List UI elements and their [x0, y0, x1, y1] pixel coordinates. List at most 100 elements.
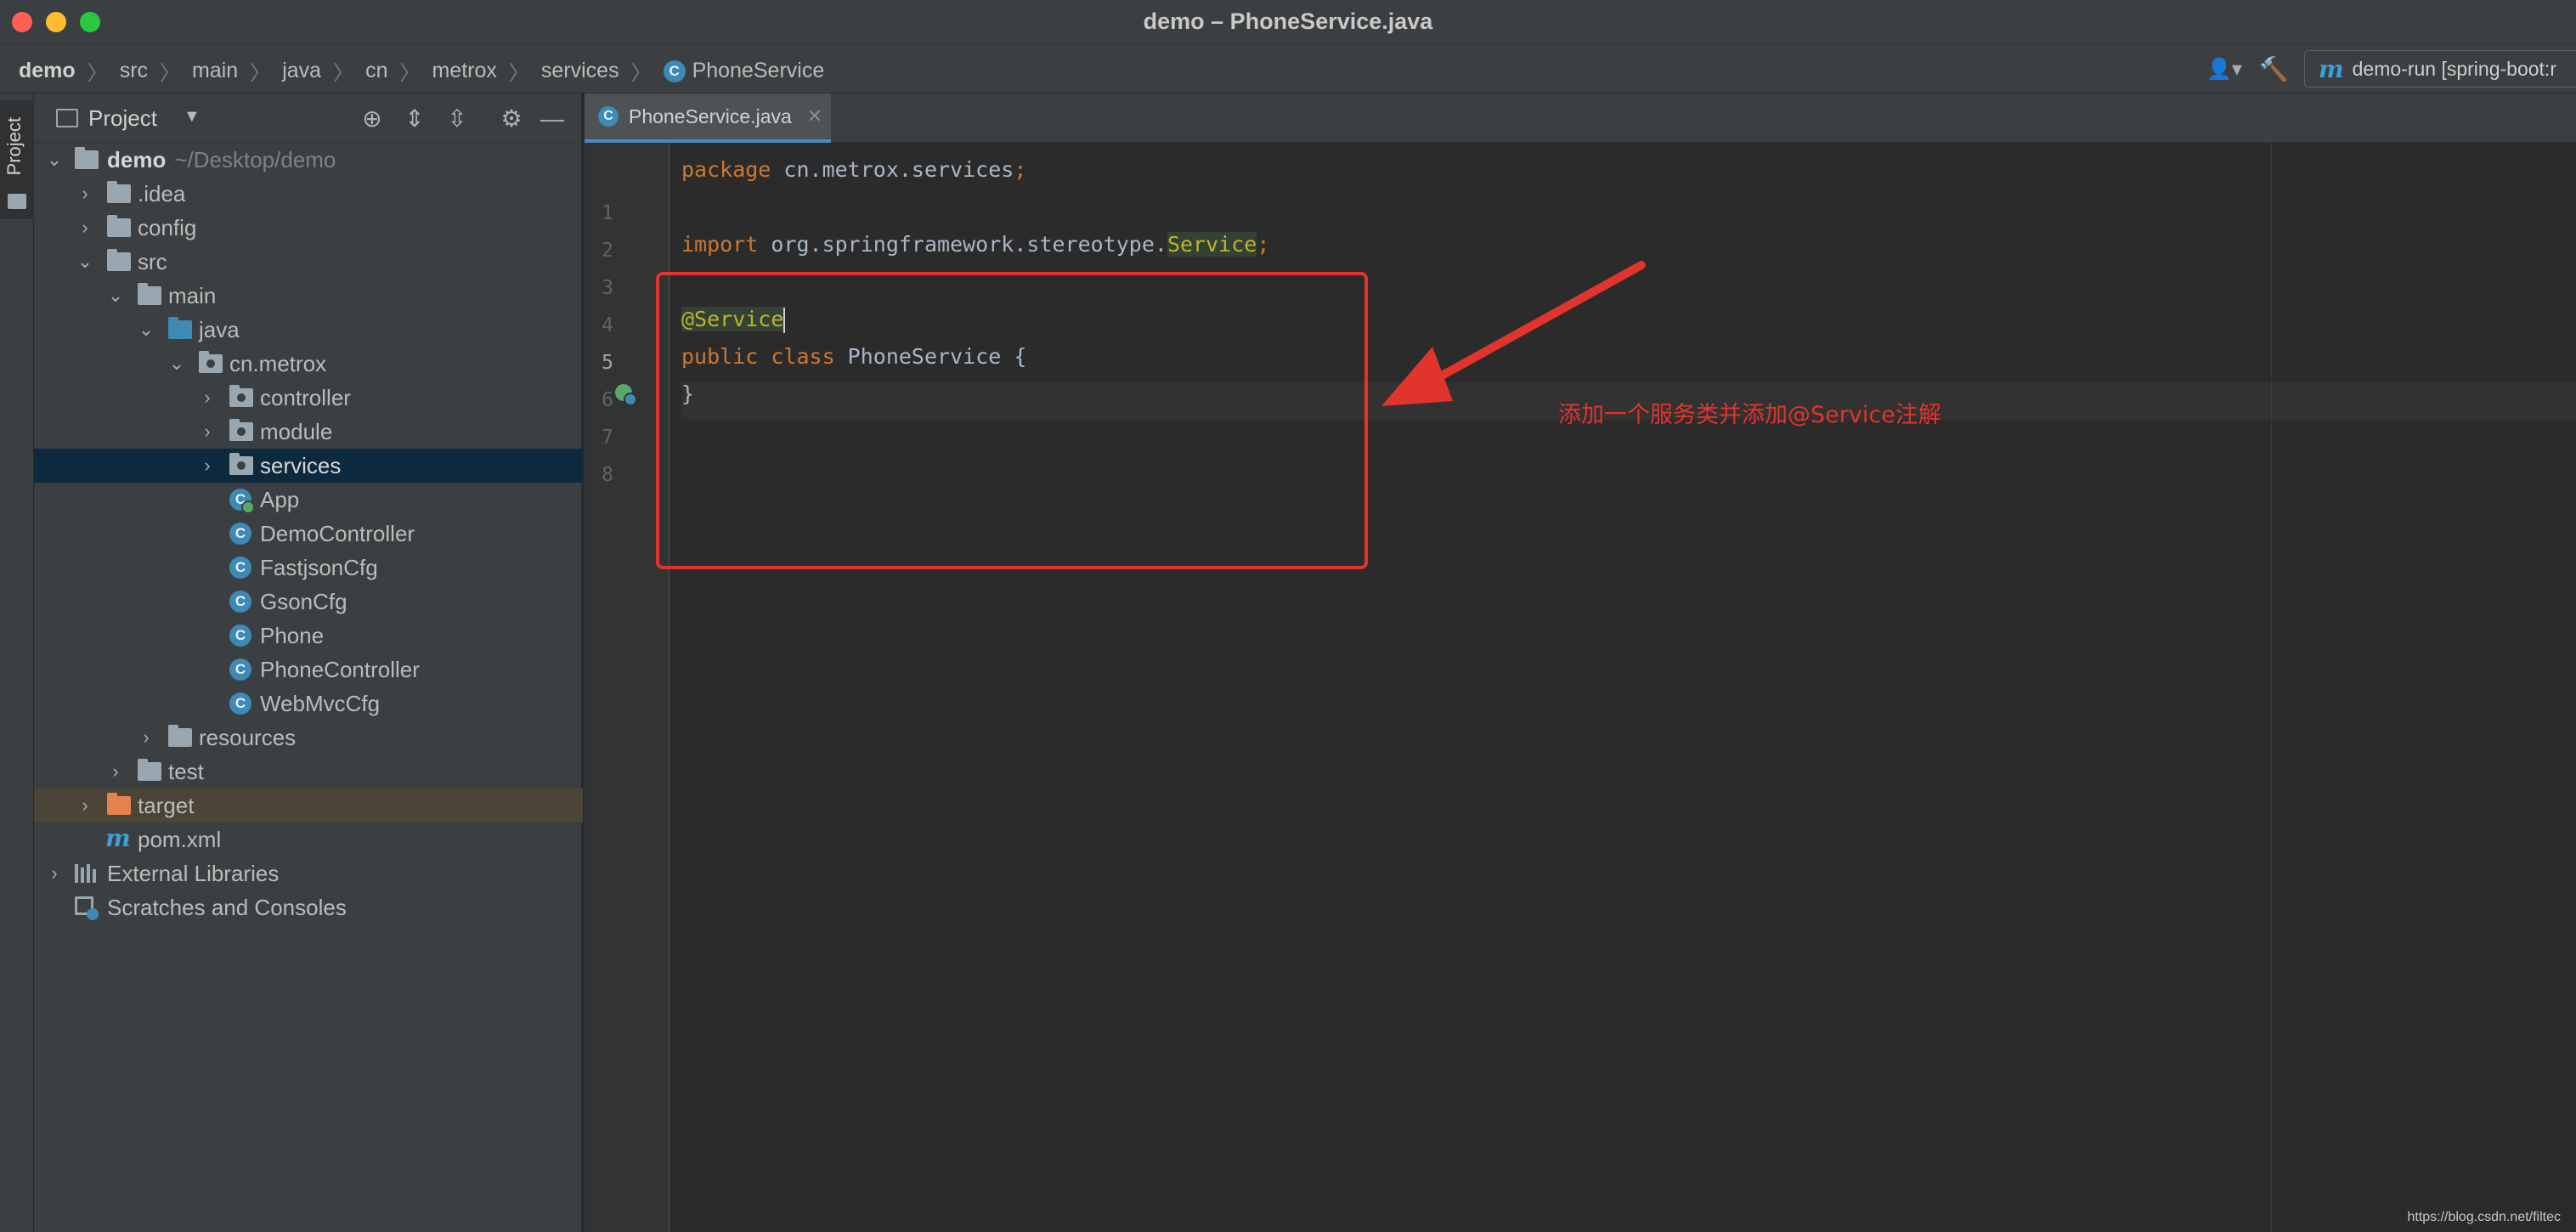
- chevron-down-icon[interactable]: ⌄: [138, 320, 155, 339]
- breadcrumb-item[interactable]: demo: [19, 59, 76, 83]
- tree-item-services[interactable]: › services: [34, 449, 583, 483]
- chevron-down-icon[interactable]: ▼: [184, 107, 201, 127]
- watermark: https://blog.csdn.net/filtec: [2407, 1210, 2561, 1224]
- tree-item-test[interactable]: › test: [34, 754, 583, 788]
- tree-item-label: target: [138, 792, 195, 818]
- project-panel-title[interactable]: Project: [88, 105, 157, 132]
- chevron-right-icon[interactable]: ›: [199, 388, 216, 407]
- chevron-down-icon[interactable]: ⌄: [107, 286, 124, 305]
- tree-item-controller[interactable]: › controller: [34, 381, 583, 415]
- scratches-icon: [75, 896, 99, 920]
- user-icon[interactable]: 👤▾: [2200, 52, 2248, 86]
- maven-icon: m: [2319, 54, 2344, 83]
- tree-item-package[interactable]: ⌄ cn.metrox: [34, 347, 583, 381]
- tree-item-external-libraries[interactable]: › External Libraries: [34, 856, 583, 890]
- breadcrumb-separator-icon: 〉: [630, 62, 652, 85]
- folder-icon: [138, 759, 161, 781]
- line-number: 6: [602, 389, 613, 411]
- tree-item-class[interactable]: C Phone: [34, 619, 583, 653]
- spring-bean-gutter-icon[interactable]: [615, 384, 639, 408]
- tree-item-java[interactable]: ⌄ java: [34, 313, 583, 347]
- tree-item-class[interactable]: C App: [34, 483, 583, 517]
- breadcrumb-item[interactable]: services: [541, 59, 619, 83]
- breadcrumb-item[interactable]: src: [120, 59, 148, 83]
- tree-item-label: java: [199, 316, 240, 342]
- folder-icon: [138, 283, 161, 305]
- line-number: 8: [602, 464, 613, 486]
- editor-tab-label: PhoneService.java: [629, 105, 792, 127]
- chevron-right-icon[interactable]: ›: [46, 864, 63, 883]
- chevron-right-icon[interactable]: ›: [199, 456, 216, 475]
- tree-item-label: test: [168, 758, 204, 784]
- breadcrumb-separator-icon: 〉: [160, 62, 181, 85]
- chevron-down-icon[interactable]: ⌄: [46, 150, 63, 169]
- project-tool-window-tab[interactable]: Project: [0, 100, 34, 219]
- expand-all-icon[interactable]: ⇕: [399, 104, 430, 134]
- tree-item-scratches[interactable]: Scratches and Consoles: [34, 890, 583, 924]
- breadcrumb-separator-icon: 〉: [399, 62, 421, 85]
- tree-item-class[interactable]: C PhoneController: [34, 653, 583, 687]
- excluded-folder-icon: [107, 793, 131, 815]
- close-icon[interactable]: ✕: [807, 105, 822, 127]
- tree-item-config[interactable]: › config: [34, 211, 583, 245]
- breadcrumb-item[interactable]: java: [282, 59, 321, 83]
- class-icon: C: [229, 591, 251, 613]
- resources-folder-icon: [168, 725, 192, 747]
- build-hammer-icon[interactable]: 🔨: [2257, 52, 2291, 86]
- tree-item-module[interactable]: › module: [34, 415, 583, 449]
- navigation-bar: demo 〉 src 〉 main 〉 java 〉 cn 〉 metrox 〉…: [0, 44, 2576, 93]
- gear-icon[interactable]: ⚙: [496, 104, 527, 134]
- breadcrumb-item-current[interactable]: C PhoneService: [663, 59, 824, 83]
- tree-item-class[interactable]: C WebMvcCfg: [34, 687, 583, 721]
- tree-item-idea[interactable]: › .idea: [34, 177, 583, 211]
- tree-item-label: .idea: [138, 180, 186, 206]
- module-folder-icon: [75, 147, 99, 169]
- chevron-right-icon[interactable]: ›: [76, 184, 93, 203]
- tree-item-label: Phone: [260, 622, 325, 648]
- annotation-note: 添加一个服务类并添加@Service注解: [1558, 402, 1941, 428]
- maven-icon: m: [105, 824, 131, 852]
- tree-item-label: services: [260, 452, 342, 478]
- tree-item-main[interactable]: ⌄ main: [34, 279, 583, 313]
- run-configuration-selector[interactable]: m demo-run [spring-boot:r: [2304, 50, 2576, 88]
- project-panel-header: Project ▼ ⊕ ⇕ ⇳ ⚙ —: [34, 93, 581, 143]
- class-icon: C: [663, 59, 686, 82]
- tree-item-label: cn.metrox: [229, 350, 327, 376]
- line-number: 3: [602, 277, 613, 299]
- breadcrumb-item[interactable]: metrox: [432, 59, 496, 83]
- chevron-down-icon[interactable]: ⌄: [168, 354, 185, 373]
- tree-item-class[interactable]: C DemoController: [34, 517, 583, 551]
- project-panel: Project ▼ ⊕ ⇕ ⇳ ⚙ — ⌄ demo ~/Desktop/demo…: [34, 93, 583, 1232]
- tree-item-pom[interactable]: m pom.xml: [34, 822, 583, 856]
- breadcrumb-item[interactable]: main: [192, 59, 238, 83]
- chevron-right-icon[interactable]: ›: [199, 422, 216, 441]
- tree-item-label: controller: [260, 384, 351, 410]
- hide-panel-icon[interactable]: —: [537, 104, 568, 134]
- class-icon: C: [229, 624, 251, 647]
- folder-icon: [8, 194, 26, 209]
- tree-item-class[interactable]: C GsonCfg: [34, 585, 583, 619]
- breadcrumb-item[interactable]: cn: [365, 59, 387, 83]
- locate-file-icon[interactable]: ⊕: [357, 104, 387, 134]
- tool-window-strip: Project: [0, 93, 34, 1232]
- chevron-right-icon[interactable]: ›: [76, 796, 93, 815]
- tree-item-demo[interactable]: ⌄ demo ~/Desktop/demo: [34, 143, 583, 177]
- keyword: import: [681, 232, 759, 257]
- tree-item-label: config: [138, 214, 197, 240]
- tree-item-class[interactable]: C FastjsonCfg: [34, 551, 583, 585]
- tree-item-resources[interactable]: › resources: [34, 721, 583, 754]
- code-line-3: import org.springframework.stereotype.Se…: [681, 226, 1269, 263]
- editor-tab-phoneservice[interactable]: C PhoneService.java ✕: [585, 93, 831, 143]
- chevron-right-icon[interactable]: ›: [107, 762, 124, 781]
- tree-item-label: FastjsonCfg: [260, 554, 378, 580]
- package-icon: [229, 453, 253, 475]
- code-line-1: package cn.metrox.services;: [681, 151, 1026, 189]
- chevron-right-icon[interactable]: ›: [138, 728, 155, 747]
- code-semicolon: ;: [1257, 232, 1270, 257]
- chevron-down-icon[interactable]: ⌄: [76, 252, 93, 271]
- class-icon: C: [598, 106, 619, 127]
- tree-item-target[interactable]: › target: [34, 788, 583, 822]
- collapse-all-icon[interactable]: ⇳: [442, 104, 472, 134]
- tree-item-src[interactable]: ⌄ src: [34, 245, 583, 279]
- chevron-right-icon[interactable]: ›: [76, 218, 93, 237]
